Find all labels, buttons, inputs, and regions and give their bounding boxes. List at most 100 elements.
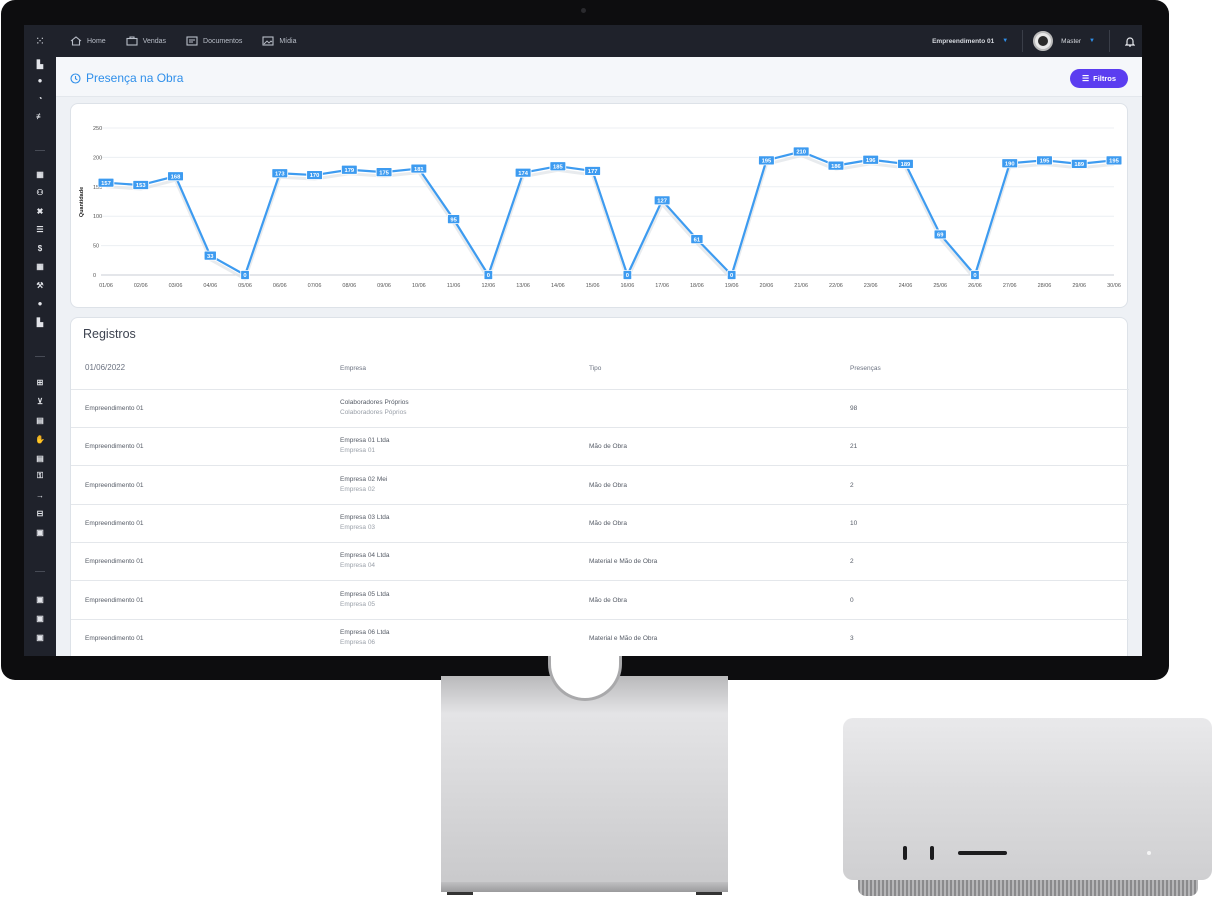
arrow-right-icon[interactable]: → [24,488,56,502]
y-tick-label: 50 [93,244,99,250]
enterprise-label: Empreendimento 01 [932,37,995,45]
nav-home[interactable]: Home [70,36,106,46]
file-icon[interactable]: ▤ [24,413,56,427]
hammer-icon[interactable]: ⚒ [24,278,56,292]
cell-empreendimento: Empreendimento 01 [85,558,144,566]
key-icon[interactable]: ⚿ [24,469,56,483]
data-label: 0 [973,273,976,279]
nav-vendas-label: Vendas [142,37,167,45]
screen: ⁙ Home Vendas Documentos Mídia Empreendi… [24,25,1142,656]
cell-empresa: Empresa 04 Ltda [340,552,390,560]
support-icon[interactable]: ● [24,296,56,310]
checklist-icon[interactable]: ⊟ [24,506,56,520]
data-label: 33 [207,254,214,260]
table-row[interactable]: Empreendimento 01 Empresa 05 Ltda Empresa … [71,582,1129,620]
clipboard-list-icon[interactable]: ▣ [24,630,56,644]
x-tick-label: 27/06 [1003,283,1017,289]
cell-presencas: 10 [850,519,858,527]
table-row[interactable]: Empreendimento 01 Empresa 03 Ltda Empresa … [71,505,1129,543]
clipboard-check-icon[interactable]: ▣ [24,611,56,625]
cell-empresa-sub: Empresa 05 [340,600,376,608]
x-tick-label: 12/06 [481,283,495,289]
x-tick-label: 21/06 [794,283,808,289]
hand-icon[interactable]: ✋ [24,432,56,446]
x-tick-label: 29/06 [1072,283,1086,289]
cell-empresa-sub: Colaboradores Póprios [340,409,407,416]
briefcase-icon [126,36,138,46]
report-icon[interactable]: ▙ [24,315,56,329]
calculator-icon[interactable]: ▦ [24,259,56,273]
page-title: Presença na Obra [70,71,183,85]
tools-icon[interactable]: ✖ [24,204,56,218]
data-label: 0 [626,273,629,279]
table-icon[interactable]: ▦ [24,167,56,181]
cell-empreendimento: Empreendimento 01 [85,596,144,604]
cell-tipo: Mão de Obra [589,481,627,489]
sidebar-divider [35,571,45,572]
x-tick-label: 06/06 [273,283,287,289]
sliders-icon[interactable]: ≢ [24,109,56,123]
series-line [105,150,1115,277]
clock-icon[interactable]: ◔ [24,91,56,105]
y-axis-label: Quantidade [79,187,85,217]
cell-presencas: 2 [850,558,854,566]
y-tick-label: 250 [93,126,102,132]
x-tick-label: 26/06 [968,283,982,289]
nav-documentos[interactable]: Documentos [186,36,242,46]
documents-icon [186,36,198,46]
divider [1022,30,1024,52]
dollar-icon[interactable]: $ [24,241,56,255]
x-tick-label: 14/06 [551,283,565,289]
cell-empreendimento: Empreendimento 01 [85,405,144,412]
usb-port [930,846,934,860]
cell-tipo: Mão de Obra [589,443,627,451]
data-label: 185 [553,164,563,170]
table-row[interactable]: Empreendimento 01 Empresa 06 Ltda Empresa … [71,620,1129,656]
stand-foot [447,892,473,895]
cell-presencas: 98 [850,405,858,412]
table-row[interactable]: Empreendimento 01 Empresa 04 Ltda Empresa … [71,543,1129,582]
y-tick-label: 100 [93,214,102,220]
x-tick-label: 07/06 [308,283,322,289]
document-icon[interactable]: ▤ [24,451,56,465]
x-tick-label: 16/06 [620,283,634,289]
x-tick-label: 11/06 [447,283,460,289]
x-tick-label: 18/06 [690,283,704,289]
data-label: 195 [1040,159,1050,165]
data-label: 173 [275,171,285,177]
cell-tipo: Mão de Obra [589,519,627,527]
building-icon[interactable]: ▙ [24,57,56,71]
home-icon [70,36,82,46]
avatar[interactable] [1033,31,1054,51]
data-label: 210 [796,150,806,156]
message-icon[interactable]: ▣ [24,525,56,539]
user-menu[interactable]: Master ▼ [1061,38,1095,45]
bell-icon[interactable] [1120,25,1140,57]
nav-midia[interactable]: Mídia [262,36,296,46]
cart-icon[interactable]: ⊻ [24,394,56,408]
table-row[interactable]: Empreendimento 01 Empresa 02 Mei Empresa 0… [71,467,1129,505]
top-right: Empreendimento 01 ▼ Master ▼ [932,25,1142,57]
mac-studio [843,718,1212,880]
nav-vendas[interactable]: Vendas [126,36,166,46]
list-icon[interactable]: ☰ [24,222,56,236]
enterprise-select[interactable]: Empreendimento 01 ▼ [932,38,1008,45]
filter-button[interactable]: ☰ Filtros [1070,69,1128,88]
table-row[interactable]: Empreendimento 01 Colaboradores Próprios C… [71,390,1129,428]
top-bar: ⁙ Home Vendas Documentos Mídia Empreendi… [24,25,1142,57]
sd-card-slot [958,851,1007,855]
x-tick-label: 10/06 [412,283,426,289]
plus-square-icon[interactable]: ⊞ [24,375,56,389]
table-row[interactable]: Empreendimento 01 Empresa 01 Ltda Empresa … [71,428,1129,467]
grid-logo-icon[interactable]: ⁙ [24,25,56,57]
help-circle-icon[interactable]: ● [24,73,56,87]
data-label: 175 [379,170,389,176]
users-icon[interactable]: ⚇ [24,185,56,199]
cell-presencas: 3 [850,634,854,642]
filter-icon: ☰ [1081,74,1090,83]
x-tick-label: 15/06 [586,283,600,289]
x-tick-label: 22/06 [829,283,843,289]
clipboard-icon[interactable]: ▣ [24,592,56,606]
user-label: Master [1061,37,1082,45]
monitor-stand [441,676,728,886]
